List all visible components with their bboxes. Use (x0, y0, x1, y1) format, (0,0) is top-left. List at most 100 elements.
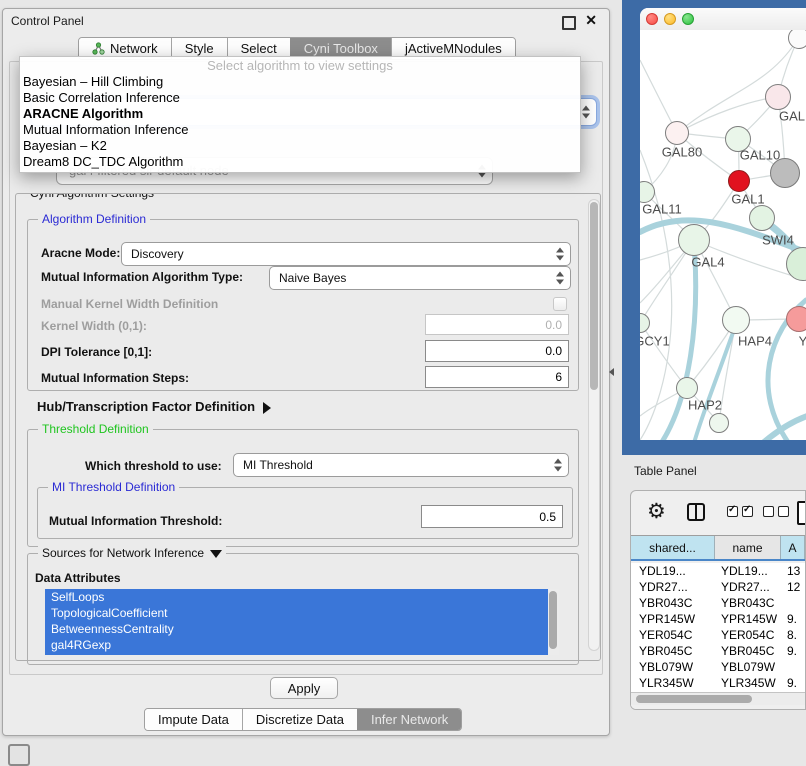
table-cell: YDL19... (715, 564, 781, 578)
manual-kernel-width-label: Manual Kernel Width Definition (41, 297, 218, 311)
combo-stepper-icon (554, 459, 562, 472)
select-all-checkbox-icon[interactable] (727, 506, 753, 517)
column-header-name[interactable]: name (715, 536, 781, 559)
control-panel-title: Control Panel (11, 14, 84, 28)
document-icon[interactable] (797, 501, 806, 525)
algorithm-option-aracne-algorithm[interactable]: ARACNE Algorithm (20, 106, 580, 122)
settings-vertical-scrollbar[interactable] (588, 199, 600, 651)
algorithm-option-bayesian-hill-climbing[interactable]: Bayesian – Hill Climbing (20, 74, 580, 90)
unchecked-checkbox-icon (778, 506, 789, 517)
column-header-a[interactable]: A (781, 536, 805, 559)
sources-group-title-text: Sources for Network Inference (42, 546, 204, 560)
algorithm-option-dream8-dc-tdc-algorithm[interactable]: Dream8 DC_TDC Algorithm (20, 154, 580, 170)
network-node-gal4[interactable] (678, 224, 710, 256)
minimize-traffic-light-icon[interactable] (664, 13, 676, 25)
dpi-tolerance-value: 0.0 (545, 344, 562, 358)
network-node[interactable] (709, 413, 729, 433)
algorithm-option-mutual-information-inference[interactable]: Mutual Information Inference (20, 122, 580, 138)
table-row[interactable]: YDL19...YDL19...13 (631, 563, 805, 579)
scrollbar-thumb[interactable] (636, 695, 752, 703)
table-row[interactable]: YDR27...YDR27...12 (631, 579, 805, 595)
table-row[interactable]: YER054CYER054C8. (631, 627, 805, 643)
table-row[interactable]: YBL079WYBL079W (631, 659, 805, 675)
attribute-item-gal4rgexp[interactable]: gal4RGexp (45, 637, 559, 653)
node-label-gal11: GAL11 (642, 202, 682, 217)
bottom-tab-impute-data[interactable]: Impute Data (145, 709, 242, 730)
panel-splitter-handle[interactable] (609, 368, 614, 376)
network-node-hap2[interactable] (676, 377, 698, 399)
column-header-shared[interactable]: shared... (631, 536, 715, 559)
aracne-mode-label: Aracne Mode: (41, 246, 120, 260)
table-panel-title: Table Panel (634, 464, 697, 478)
collapsed-arrow-icon (263, 402, 271, 414)
combo-stepper-icon (556, 248, 564, 261)
network-canvas[interactable]: GALGAL80GAL10GAL1GAL11SWI4GAL4GCY1HAP4YH… (640, 30, 806, 440)
aracne-mode-combobox[interactable]: Discovery (121, 242, 571, 266)
control-panel-window: Control Panel ✕ NetworkStyleSelectCyni T… (2, 8, 610, 736)
table-cell: YBR045C (631, 644, 715, 658)
which-threshold-label: Which threshold to use: (85, 459, 222, 473)
attribute-item-selfloops[interactable]: SelfLoops (45, 589, 559, 605)
table-cell: YLR345W (631, 676, 715, 690)
node-label-gal10: GAL10 (740, 148, 780, 163)
network-node-hap4[interactable] (722, 306, 750, 334)
table-row[interactable]: YBR045CYBR045C9. (631, 643, 805, 659)
table-horizontal-scrollbar[interactable] (631, 692, 805, 705)
hub-definition-toggle[interactable]: Hub/Transcription Factor Definition (37, 399, 271, 414)
algorithm-option-bayesian-k2[interactable]: Bayesian – K2 (20, 138, 580, 154)
close-traffic-light-icon[interactable] (646, 13, 658, 25)
mi-threshold-field[interactable]: 0.5 (421, 505, 563, 528)
table-row[interactable]: YBR043CYBR043C (631, 595, 805, 611)
network-node-y[interactable] (786, 306, 806, 332)
table-body: YDL19...YDL19...13YDR27...YDR27...12YBR0… (631, 563, 805, 709)
table-row[interactable]: YLR345WYLR345W9. (631, 675, 805, 691)
network-window-titlebar (640, 8, 806, 31)
kernel-width-field[interactable]: 0.0 (425, 314, 569, 335)
corner-button[interactable] (8, 744, 30, 766)
network-view-window[interactable]: GALGAL80GAL10GAL1GAL11SWI4GAL4GCY1HAP4YH… (640, 8, 806, 440)
aracne-mode-value: Discovery (131, 247, 184, 261)
column-view-icon[interactable] (687, 503, 705, 521)
close-icon[interactable]: ✕ (585, 12, 597, 29)
table-window-bottom-edge (631, 705, 805, 709)
network-node[interactable] (770, 158, 800, 188)
apply-button[interactable]: Apply (270, 677, 338, 699)
gear-icon[interactable]: ⚙ (647, 500, 666, 524)
mi-steps-field[interactable]: 6 (425, 366, 569, 388)
bottom-tab-discretize-data[interactable]: Discretize Data (242, 709, 357, 730)
network-node-swi4[interactable] (749, 205, 775, 231)
attributes-scrollbar[interactable] (548, 589, 559, 655)
table-cell: 12 (781, 580, 805, 594)
zoom-traffic-light-icon[interactable] (682, 13, 694, 25)
mi-algorithm-type-combobox[interactable]: Naive Bayes (269, 266, 571, 290)
network-view-frame: GALGAL80GAL10GAL1GAL11SWI4GAL4GCY1HAP4YH… (622, 0, 806, 455)
attribute-item-topologicalcoefficient[interactable]: TopologicalCoefficient (45, 605, 559, 621)
which-threshold-combobox[interactable]: MI Threshold (233, 453, 569, 477)
tab-label: Cyni Toolbox (304, 41, 378, 56)
data-attributes-label: Data Attributes (35, 571, 121, 585)
algorithm-option-basic-correlation-inference[interactable]: Basic Correlation Inference (20, 90, 580, 106)
network-node-gal[interactable] (765, 84, 791, 110)
table-cell: YBR045C (715, 644, 781, 658)
bottom-tab-infer-network[interactable]: Infer Network (357, 709, 461, 730)
table-cell: YDR27... (715, 580, 781, 594)
sources-group-title[interactable]: Sources for Network Inference (38, 546, 226, 560)
table-header-row: shared...nameA (631, 535, 805, 561)
node-label-gal80: GAL80 (662, 145, 702, 160)
manual-kernel-width-checkbox[interactable] (553, 297, 567, 311)
table-cell: YER054C (715, 628, 781, 642)
which-threshold-value: MI Threshold (243, 458, 313, 472)
network-node-gal80[interactable] (665, 121, 689, 145)
attribute-item-betweennesscentrality[interactable]: BetweennessCentrality (45, 621, 559, 637)
network-node[interactable] (788, 30, 806, 49)
kernel-width-value: 0.0 (545, 318, 562, 332)
deselect-all-checkbox-icon[interactable] (763, 506, 789, 517)
float-panel-icon[interactable] (562, 16, 576, 30)
scrollbar-thumb[interactable] (590, 202, 598, 390)
table-row[interactable]: YPR145WYPR145W9. (631, 611, 805, 627)
scrollbar-thumb[interactable] (549, 591, 557, 649)
dpi-tolerance-field[interactable]: 0.0 (425, 340, 569, 362)
combo-stepper-icon (556, 272, 564, 285)
network-node-gal1[interactable] (728, 170, 750, 192)
settings-group-title: Cyni Algorithm Settings (26, 193, 158, 200)
